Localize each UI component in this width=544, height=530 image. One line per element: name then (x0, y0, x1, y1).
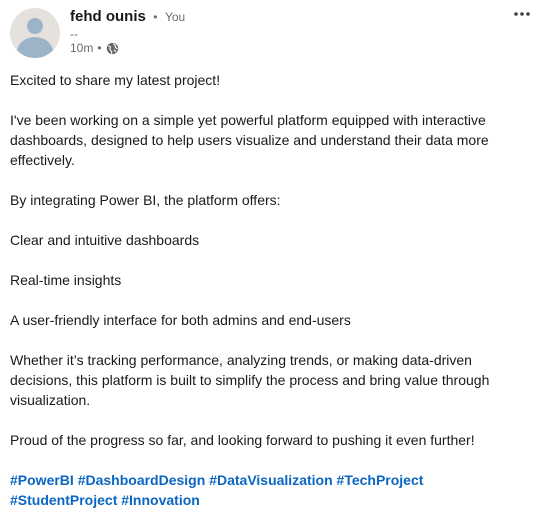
relation-badge: You (164, 10, 186, 24)
post-paragraph: Excited to share my latest project! (10, 72, 221, 88)
post-time[interactable]: 10m (70, 41, 93, 55)
post-paragraph: I've been working on a simple yet powerf… (10, 112, 489, 168)
hashtag-link[interactable]: #TechProject (337, 472, 424, 488)
author-line: fehd ounis • You (70, 8, 185, 26)
post-paragraph: Proud of the progress so far, and lookin… (10, 432, 475, 448)
post-paragraph: Real-time insights (10, 272, 122, 288)
post-paragraph: A user-friendly interface for both admin… (10, 312, 351, 328)
author-name[interactable]: fehd ounis (70, 8, 146, 25)
avatar[interactable] (10, 8, 60, 58)
separator-dot: • (153, 10, 158, 24)
author-headline: -- (70, 27, 78, 41)
hashtag-link[interactable]: #DataVisualization (209, 472, 332, 488)
hashtag-link[interactable]: #StudentProject (10, 492, 117, 508)
post-paragraph: Clear and intuitive dashboards (10, 232, 200, 248)
post-content: Excited to share my latest project! I've… (10, 70, 534, 530)
avatar-body-shape (17, 37, 53, 58)
hashtag-link[interactable]: #Innovation (121, 492, 200, 508)
feed-post: fehd ounis • You -- 10m • Excited to sha… (0, 0, 544, 510)
post-meta: 10m • (70, 41, 119, 55)
hashtag-list: #PowerBI #DashboardDesign #DataVisualiza… (10, 470, 534, 510)
post-paragraph: By integrating Power BI, the platform of… (10, 192, 281, 208)
avatar-head-shape (27, 18, 43, 34)
separator-dot: • (97, 41, 102, 55)
more-options-button[interactable] (510, 4, 534, 24)
hashtag-link[interactable]: #PowerBI (10, 472, 74, 488)
globe-icon (106, 42, 119, 55)
hashtag-link[interactable]: #DashboardDesign (78, 472, 206, 488)
post-paragraph: Whether it’s tracking performance, analy… (10, 352, 490, 408)
more-horizontal-icon (514, 12, 530, 16)
